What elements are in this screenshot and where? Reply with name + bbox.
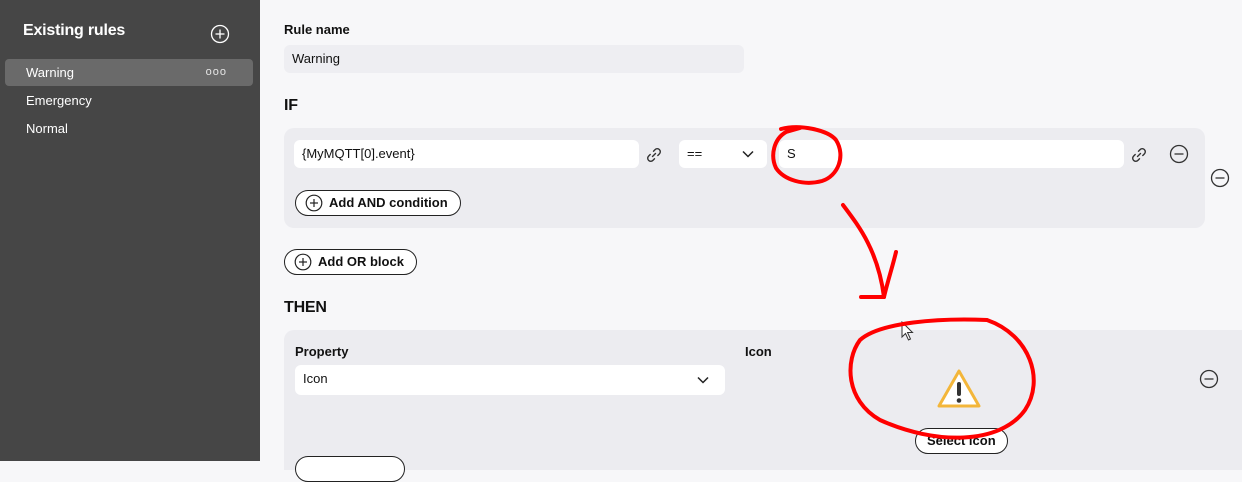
sidebar-item-label: Warning <box>26 65 74 80</box>
operator-value: == <box>687 146 703 161</box>
add-and-condition-label: Add AND condition <box>329 195 448 210</box>
rule-name-input[interactable]: Warning <box>284 45 744 73</box>
sidebar-item-normal[interactable]: Normal <box>5 115 253 142</box>
warning-icon <box>937 369 981 408</box>
remove-condition-icon[interactable] <box>1169 144 1189 164</box>
select-icon-label: Select icon <box>927 433 996 448</box>
cursor-icon <box>901 321 914 341</box>
sidebar: Existing rules Warning ooo Emergency Nor… <box>0 0 260 461</box>
chevron-down-icon <box>697 376 709 384</box>
icon-label: Icon <box>745 344 772 359</box>
then-heading: THEN <box>284 299 327 316</box>
sidebar-item-warning[interactable]: Warning ooo <box>5 59 253 86</box>
sidebar-item-label: Emergency <box>26 93 92 108</box>
condition-left-input[interactable]: {MyMQTT[0].event} <box>294 140 639 168</box>
plus-circle-icon <box>305 194 323 212</box>
plus-circle-icon <box>294 253 312 271</box>
add-or-block-label: Add OR block <box>318 254 404 269</box>
property-value: Icon <box>303 371 328 386</box>
link-icon[interactable] <box>644 145 664 165</box>
property-select[interactable]: Icon <box>295 365 725 395</box>
add-action-button[interactable] <box>295 456 405 482</box>
more-icon[interactable]: ooo <box>206 59 227 86</box>
add-and-condition-button[interactable]: Add AND condition <box>295 190 461 216</box>
or-block: {MyMQTT[0].event} == S Add AND condition <box>284 128 1205 228</box>
property-label: Property <box>295 344 349 359</box>
sidebar-item-label: Normal <box>26 121 68 136</box>
add-or-block-button[interactable]: Add OR block <box>284 249 417 275</box>
condition-right-input[interactable]: S <box>779 140 1124 168</box>
link-icon[interactable] <box>1129 145 1149 165</box>
operator-select[interactable]: == <box>679 140 767 168</box>
select-icon-button[interactable]: Select icon <box>915 428 1008 454</box>
remove-or-block-icon[interactable] <box>1210 168 1230 188</box>
sidebar-item-emergency[interactable]: Emergency <box>5 87 253 114</box>
remove-action-icon[interactable] <box>1199 369 1219 389</box>
rule-editor: Rule name Warning IF {MyMQTT[0].event} =… <box>260 0 1242 482</box>
action-block: Property Icon Icon Select icon <box>284 330 1242 482</box>
sidebar-title: Existing rules <box>23 22 126 39</box>
add-rule-icon[interactable] <box>210 24 230 44</box>
if-heading: IF <box>284 97 298 114</box>
chevron-down-icon <box>742 150 754 158</box>
rule-name-label: Rule name <box>284 22 350 37</box>
